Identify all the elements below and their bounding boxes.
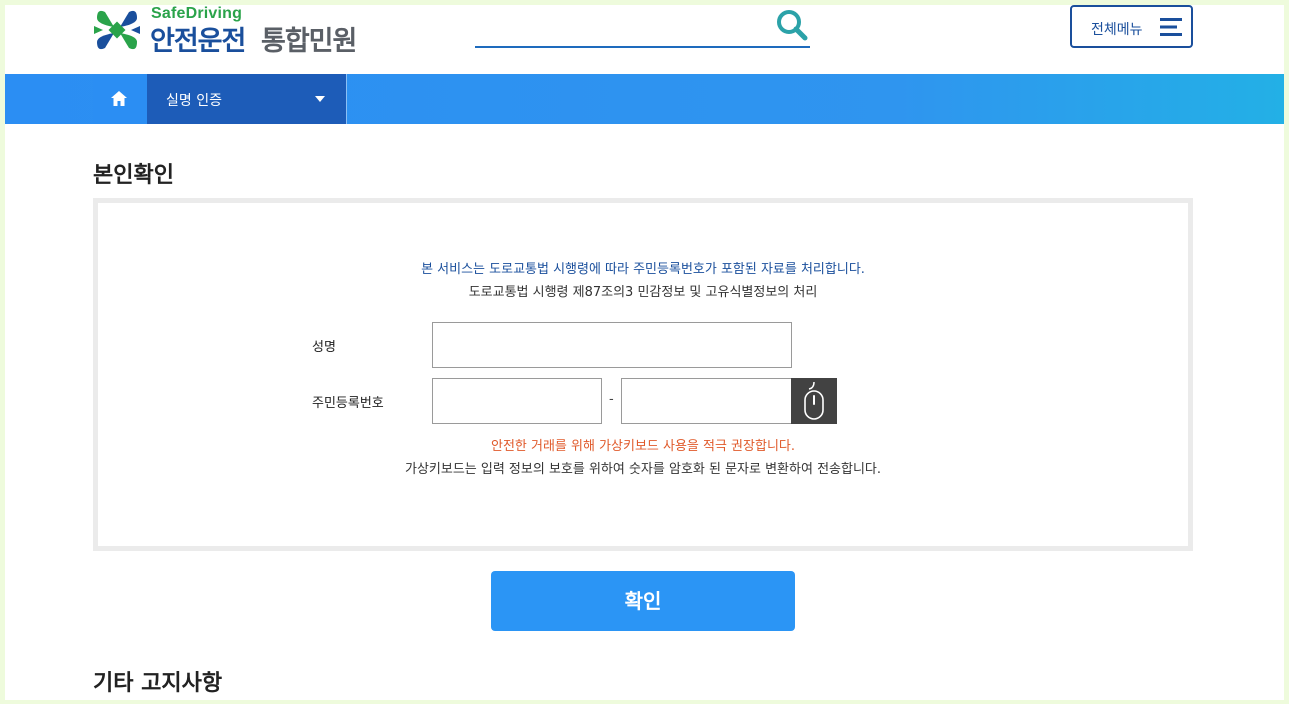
all-menu-button[interactable]: 전체메뉴 <box>1070 5 1193 48</box>
keyboard-warning: 안전한 거래를 위해 가상키보드 사용을 적극 권장합니다. <box>490 439 795 454</box>
rrn-front-input[interactable] <box>432 378 602 424</box>
search-bar <box>475 5 810 48</box>
home-icon <box>111 91 127 106</box>
nav-category-select[interactable]: 실명 인증 <box>147 74 347 124</box>
mouse-icon <box>804 382 824 420</box>
legal-notice: 본 서비스는 도로교통법 시행령에 따라 주민등록번호가 포함된 자료를 처리합… <box>421 262 865 277</box>
caret-down-icon <box>315 96 325 102</box>
site-logo[interactable]: SafeDriving 안전운전 통합민원 <box>93 5 383 65</box>
hamburger-icon <box>1160 18 1182 36</box>
logo-text-secondary: 통합민원 <box>261 26 357 57</box>
name-label: 성명 <box>312 340 336 355</box>
page: SafeDriving 안전운전 통합민원 전체메뉴 실명 인증 본인확인 본 … <box>5 5 1284 700</box>
page-title: 본인확인 <box>93 163 174 188</box>
search-input[interactable] <box>475 9 765 43</box>
header: SafeDriving 안전운전 통합민원 전체메뉴 <box>5 5 1284 74</box>
name-input[interactable] <box>432 322 792 368</box>
logo-text-primary: 안전운전 <box>150 26 246 57</box>
rrn-label: 주민등록번호 <box>312 396 384 411</box>
rrn-back-input[interactable] <box>621 378 792 424</box>
rrn-dash: - <box>609 392 614 407</box>
other-notice-title: 기타 고지사항 <box>93 671 223 696</box>
all-menu-label: 전체메뉴 <box>1091 22 1143 38</box>
keyboard-info: 가상키보드는 입력 정보의 보호를 위하여 숫자를 암호화 된 문자로 변환하여… <box>404 462 882 477</box>
legal-notice-detail: 도로교통법 시행령 제87조의3 민감정보 및 고유식별정보의 처리 <box>468 285 818 300</box>
virtual-keyboard-button[interactable] <box>791 378 837 424</box>
nav-bar: 실명 인증 <box>5 74 1284 124</box>
identity-form: 본 서비스는 도로교통법 시행령에 따라 주민등록번호가 포함된 자료를 처리합… <box>93 198 1193 551</box>
cross-logo-icon <box>94 10 140 50</box>
confirm-button[interactable]: 확인 <box>491 571 795 631</box>
home-button[interactable] <box>93 74 147 124</box>
search-icon[interactable] <box>774 7 810 43</box>
nav-category-label: 실명 인증 <box>166 93 222 109</box>
